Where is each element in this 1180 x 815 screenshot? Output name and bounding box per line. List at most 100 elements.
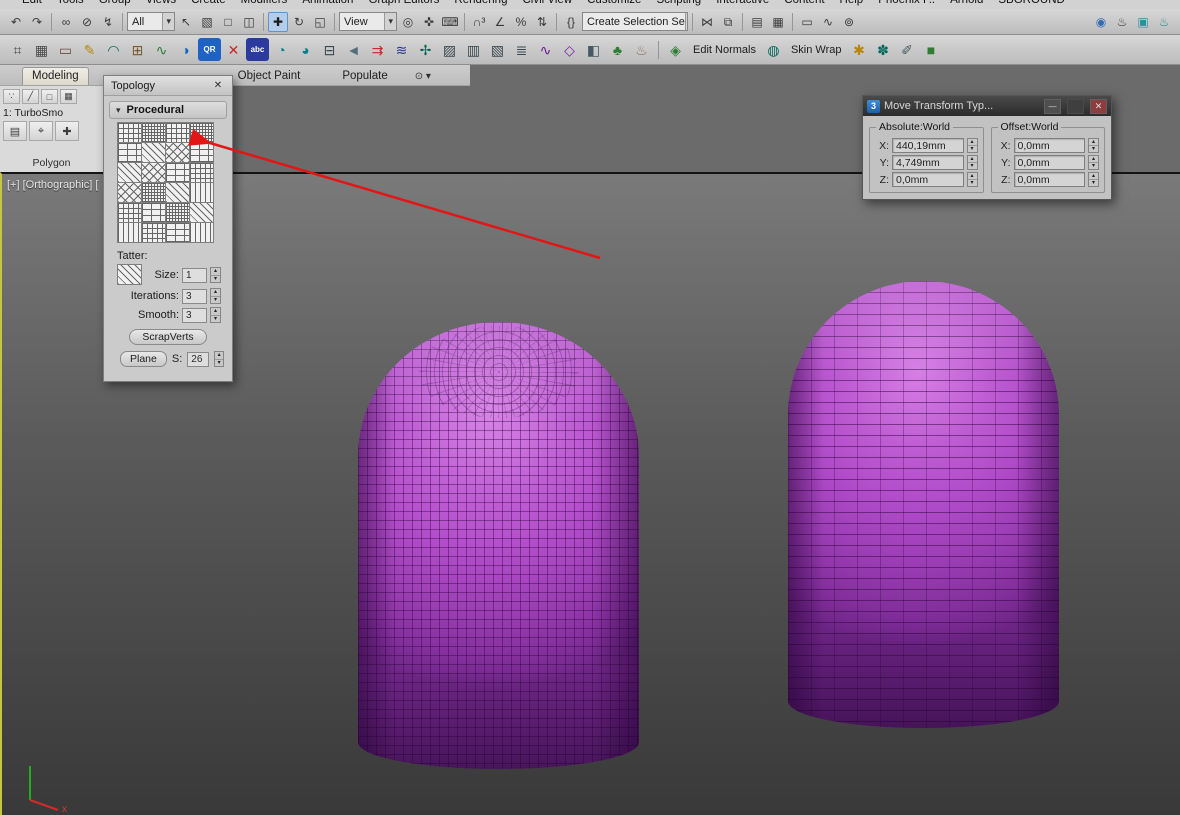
spinner-down-icon[interactable] [1089,163,1098,169]
window-crossing-icon[interactable]: ◫ [239,12,259,32]
render-production-icon[interactable]: ♨ [1154,12,1174,32]
menu-item[interactable]: Group [99,0,131,6]
named-selection-set-dropdown[interactable]: Create Selection Se [582,12,688,31]
topology-pattern-icon[interactable] [116,202,142,223]
spinner-arrows[interactable] [1088,138,1099,153]
green-cube-icon[interactable]: ■ [920,38,943,61]
maximize-button[interactable] [1067,98,1084,114]
select-move-icon[interactable]: ✚ [268,11,288,32]
topology-pattern-icon[interactable] [188,182,214,203]
reference-coordinate-dropdown[interactable]: View [339,12,397,31]
spinner-up-icon[interactable] [967,173,977,180]
viewport-label[interactable]: [+] [Orthographic] [ [7,179,98,191]
spinner-down-icon[interactable] [968,180,977,186]
topology-pattern-icon[interactable] [164,182,190,203]
menu-item[interactable]: Rendering [454,0,507,6]
spinner-arrows[interactable] [210,288,221,304]
hatch-pattern-icon[interactable]: ▨ [438,38,461,61]
menu-item[interactable]: Tools [57,0,84,6]
topology-pattern-icon[interactable] [164,142,190,163]
render-setup-icon[interactable]: ♨ [1112,12,1132,32]
skin-wrap-icon[interactable]: ◍ [762,38,785,61]
topology-pattern-icon[interactable] [116,142,142,163]
spinner-up-icon[interactable] [1089,139,1098,146]
spline-icon[interactable]: ∿ [534,38,557,61]
menu-item[interactable]: Create [191,0,226,6]
select-object-icon[interactable]: ↖ [176,12,196,32]
select-and-link-icon[interactable]: ∞ [56,12,76,32]
menu-item[interactable]: Interactive [716,0,769,6]
rendered-frame-icon[interactable]: ▣ [1133,12,1153,32]
topology-pattern-icon[interactable] [164,162,190,183]
ffd-box-icon[interactable]: ⊞ [126,38,149,61]
pin-stack-icon[interactable]: ⌖ [29,121,53,141]
topology-pattern-icon[interactable] [116,182,142,203]
size-field[interactable]: 1 [182,267,207,283]
layer-explorer-icon[interactable]: ▦ [768,12,788,32]
ruler-icon[interactable]: ▭ [54,38,77,61]
spinner-down-icon[interactable] [1089,180,1098,186]
spinner-up-icon[interactable] [1089,173,1098,180]
edge-mode-icon[interactable]: ╱ [22,89,39,104]
unlink-selection-icon[interactable]: ⊘ [77,12,97,32]
s-field[interactable]: 26 [187,351,210,367]
turbosmooth-capsule-object[interactable] [358,322,639,769]
qr-tool-icon[interactable]: QR [198,38,221,61]
spinner-snap-icon[interactable]: ⇅ [532,12,552,32]
abc-text-icon[interactable]: abc [246,38,269,61]
topology-pattern-icon[interactable] [164,122,190,143]
topology-pattern-icon[interactable] [140,162,166,183]
topology-pattern-icon[interactable] [140,202,166,223]
spinner-down-icon[interactable] [211,297,220,304]
diamond-tool-icon[interactable]: ◇ [558,38,581,61]
cross-section-icon[interactable]: ✕ [222,38,245,61]
menu-item[interactable]: Phoenix F.. [878,0,935,6]
topology-pattern-icon[interactable] [116,162,142,183]
half-fill-icon[interactable]: ◧ [582,38,605,61]
scene-explorer-icon[interactable]: ▤ [747,12,767,32]
close-icon[interactable] [211,80,225,91]
menu-item[interactable]: Modifiers [241,0,288,6]
ribbon-toggle-icon[interactable]: ▭ [797,12,817,32]
spinner-arrows[interactable] [966,155,978,170]
transform-value-field[interactable]: 440,19mm [892,138,964,153]
select-scale-icon[interactable]: ◱ [310,12,330,32]
tab-modeling[interactable]: Modeling [22,67,89,85]
transform-value-field[interactable]: 0,0mm [1013,172,1085,187]
minimize-button[interactable] [1044,98,1061,114]
spinner-up-icon[interactable] [1089,156,1098,163]
brick-topology-capsule-object[interactable] [788,281,1059,728]
spinner-down-icon[interactable] [968,146,977,152]
spinner-arrows[interactable] [210,267,221,283]
topology-pattern-icon[interactable] [116,122,142,143]
mirror-icon[interactable]: ⋈ [697,12,717,32]
spinner-up-icon[interactable] [211,308,220,316]
pencil-tool-icon[interactable]: ✎ [78,38,101,61]
spinner-up-icon[interactable] [967,156,977,163]
spinner-arrows[interactable] [214,351,224,367]
selection-filter-dropdown[interactable]: All [127,12,175,31]
named-selection-sets-icon[interactable]: {} [561,12,581,32]
select-manipulate-icon[interactable]: ✜ [419,12,439,32]
topology-pattern-icon[interactable] [140,142,166,163]
spinner-arrows[interactable] [1088,172,1099,187]
tab-object-paint[interactable]: Object Paint [229,68,310,85]
prev-arrow-icon[interactable]: ◄ [342,38,365,61]
snap-toggle-icon[interactable]: ∩³ [469,12,489,32]
angle-snap-icon[interactable]: ∠ [490,12,510,32]
spinner-up-icon[interactable] [967,139,977,146]
border-mode-icon[interactable]: □ [41,89,58,104]
topology-pattern-icon[interactable] [188,222,214,243]
show-end-result-icon[interactable]: ✚ [55,121,79,141]
skin-wrap-button[interactable]: Skin Wrap [787,44,846,56]
cross-tool-icon[interactable]: ✢ [414,38,437,61]
topology-panel-titlebar[interactable]: Topology [104,76,232,96]
edit-normals-icon[interactable]: ◈ [664,38,687,61]
menu-item[interactable]: Animation [302,0,353,6]
use-pivot-center-icon[interactable]: ◎ [398,12,418,32]
arc-modifier-icon[interactable]: ◠ [102,38,125,61]
spinner-down-icon[interactable] [215,360,223,367]
menu-item[interactable]: Arnold [950,0,983,6]
topology-pattern-icon[interactable] [140,222,166,243]
spinner-down-icon[interactable] [968,163,977,169]
